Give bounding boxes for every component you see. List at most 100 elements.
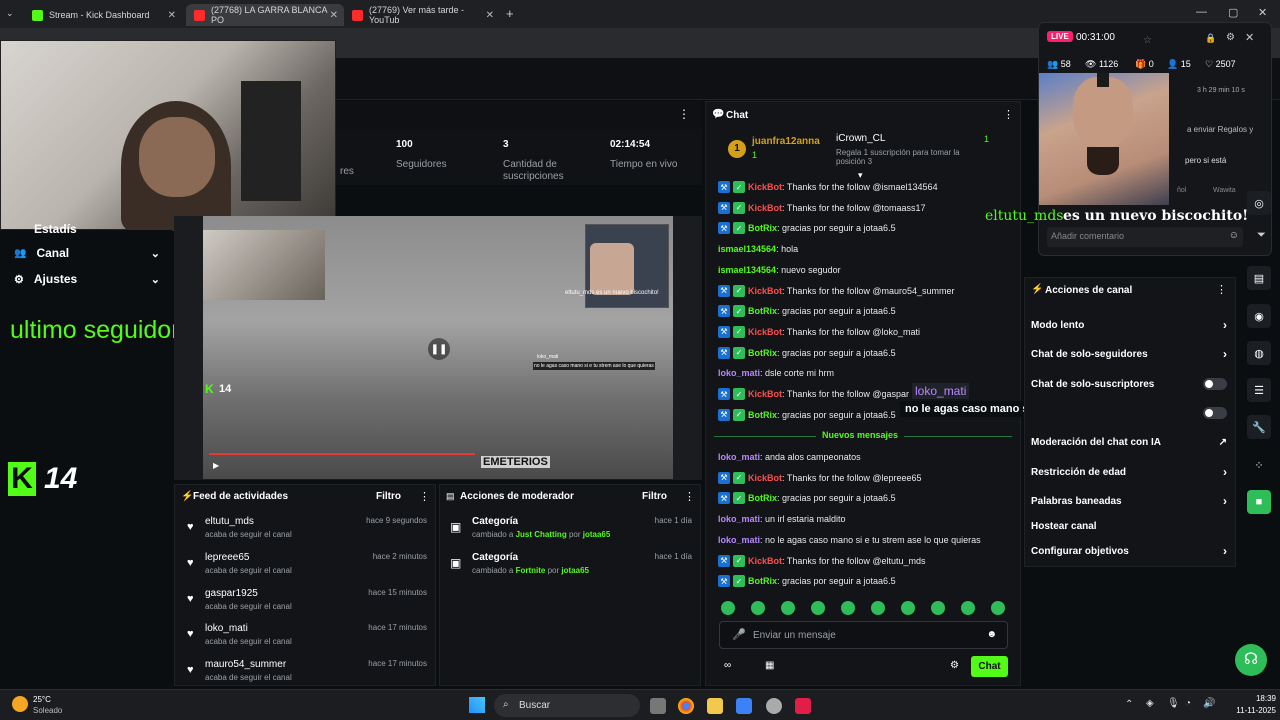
new-tab-plus-icon[interactable]: +	[506, 6, 514, 21]
tray-chevron-icon[interactable]: ⌃	[1125, 699, 1133, 710]
widget-comment-input[interactable]: Añadir comentario ☺	[1047, 227, 1243, 247]
sidebar-item-canal[interactable]: 👥 Canal ⌄	[14, 246, 160, 260]
chat-username[interactable]: KickBot	[748, 182, 782, 192]
close-tab-icon[interactable]: ✕	[486, 10, 494, 21]
chat-username[interactable]: BotRix	[748, 576, 777, 586]
emoji-icon[interactable]: ☺	[1229, 230, 1239, 241]
feed-username[interactable]: loko_mati	[205, 623, 248, 634]
channel-action-item[interactable]: Hostear canal	[1031, 516, 1227, 536]
tab-list-chevron-icon[interactable]: ⌄	[6, 8, 14, 19]
emote-icon[interactable]	[931, 601, 945, 615]
obs-icon[interactable]	[766, 698, 782, 714]
feed-username[interactable]: eltutu_mds	[205, 516, 254, 527]
video-progress-track[interactable]	[209, 453, 667, 455]
chat-settings-icon[interactable]: ⚙	[950, 660, 959, 671]
lock-icon[interactable]: 🔒	[1205, 33, 1216, 44]
clock[interactable]: 18:39 11-11-2025	[1230, 694, 1276, 715]
rail-camera-icon[interactable]: ◎	[1247, 191, 1271, 215]
points-icon[interactable]: ∞	[724, 660, 731, 671]
close-tab-icon[interactable]: ✕	[330, 10, 338, 21]
chat-message[interactable]: loko_mati: dsle corte mi hrm	[718, 364, 1018, 382]
close-window-icon[interactable]: ✕	[1258, 6, 1267, 19]
emote-icon[interactable]	[751, 601, 765, 615]
chat-message[interactable]: ⚒ ✓ KickBot: Thanks for the follow @eltutu…	[718, 552, 1018, 570]
more-options-icon[interactable]: ⋮	[1003, 108, 1014, 121]
emote-icon[interactable]	[811, 601, 825, 615]
feed-item[interactable]: ♥ loko_mati acaba de seguir el canal hace 1…	[183, 623, 433, 659]
mod-action-item[interactable]: ▣ Categoría cambiado a Just Chatting por j…	[446, 516, 696, 548]
rail-broadcast-icon[interactable]: ◍	[1247, 341, 1271, 365]
chat-username[interactable]: KickBot	[748, 389, 782, 399]
emote-icon[interactable]	[781, 601, 795, 615]
channel-action-item[interactable]: Chat de solo-seguidores ›	[1031, 344, 1227, 364]
chat-username[interactable]: BotRix	[748, 223, 777, 233]
support-headset-icon[interactable]: ☊	[1235, 644, 1267, 676]
chat-message[interactable]: ⚒ ✓ BotRix: gracias por seguir a jotaa6.5	[718, 344, 1018, 362]
chat-message[interactable]: ismael134564: hola	[718, 240, 1018, 258]
close-icon[interactable]: ✕	[1245, 31, 1254, 44]
chat-message[interactable]: ⚒ ✓ BotRix: gracias por seguir a jotaa6.5	[718, 572, 1018, 590]
windows-start-icon[interactable]	[469, 697, 485, 713]
toggle-switch[interactable]	[1203, 407, 1227, 419]
pause-icon[interactable]: ❚❚	[428, 338, 450, 360]
close-tab-icon[interactable]: ✕	[168, 10, 176, 21]
emote-icon[interactable]	[721, 601, 735, 615]
chat-username[interactable]: loko_mati	[718, 535, 760, 545]
chat-message[interactable]: loko_mati: anda alos campeonatos	[718, 448, 1018, 466]
file-explorer-icon[interactable]	[707, 698, 723, 714]
chat-username[interactable]: BotRix	[748, 306, 777, 316]
feed-username[interactable]: gaspar1925	[205, 588, 258, 599]
filter-icon[interactable]: ⏷	[1257, 229, 1266, 242]
rail-wrench-icon[interactable]: 🔧	[1247, 415, 1271, 439]
chat-message[interactable]: ⚒ ✓ KickBot: Thanks for the follow @tomaas…	[718, 199, 1018, 217]
rail-dots-icon[interactable]: ⁘	[1247, 453, 1271, 477]
volume-icon[interactable]: 🔊	[1203, 698, 1215, 709]
microphone-icon[interactable]: 🎤	[732, 628, 746, 641]
chat-username[interactable]: KickBot	[748, 327, 782, 337]
chat-message[interactable]: loko_mati: no le agas caso mano si e tu …	[718, 531, 1018, 549]
rail-layout-icon[interactable]: ☰	[1247, 378, 1271, 402]
tab-youtube-watch-later[interactable]: (27769) Ver más tarde - YouTub ✕	[344, 4, 500, 26]
play-icon[interactable]: ▶	[213, 461, 219, 470]
store-icon[interactable]	[736, 698, 752, 714]
stream-video[interactable]: eltutu_mds es un nuevo biscochito! loko_…	[203, 216, 673, 479]
chat-username[interactable]: ismael134564	[718, 265, 776, 275]
chat-username[interactable]: KickBot	[748, 286, 782, 296]
more-options-icon[interactable]: ⋮	[684, 490, 695, 503]
chat-message[interactable]: ⚒ ✓ KickBot: Thanks for the follow @loko_m…	[718, 323, 1018, 341]
more-options-icon[interactable]: ⋮	[678, 107, 690, 121]
tab-youtube-video[interactable]: (27768) LA GARRA BLANCA PO ✕	[186, 4, 344, 26]
emote-icon[interactable]	[841, 601, 855, 615]
channel-action-item[interactable]: Configurar objetivos ›	[1031, 541, 1227, 561]
minimize-icon[interactable]: —	[1196, 6, 1207, 18]
tray-mic-icon[interactable]: 🎙	[1167, 698, 1180, 709]
chat-message[interactable]: loko_mati: un irl estaria maldito	[718, 510, 1018, 528]
feed-item[interactable]: ♥ eltutu_mds acaba de seguir el canal hace …	[183, 516, 433, 552]
feed-item[interactable]: ♥ lepreee65 acaba de seguir el canal hace 2…	[183, 552, 433, 588]
feed-username[interactable]: lepreee65	[205, 552, 249, 563]
channel-action-item[interactable]: Palabras baneadas ›	[1031, 491, 1227, 511]
chat-input[interactable]: 🎤 Enviar un mensaje ☻	[719, 621, 1008, 649]
tray-app-icon[interactable]: ◈	[1146, 698, 1154, 709]
detail-user[interactable]: jotaa65	[561, 566, 589, 575]
rail-chat-icon[interactable]: ◉	[1247, 304, 1271, 328]
emote-icon[interactable]	[961, 601, 975, 615]
sidebar-item-ajustes[interactable]: ⚙ Ajustes ⌄	[14, 272, 160, 286]
leaderboard-user-1[interactable]: juanfra12anna	[752, 136, 820, 147]
chrome-icon[interactable]	[678, 698, 694, 714]
channel-action-item-emotes[interactable]	[1031, 403, 1227, 423]
store-icon[interactable]: ▦	[765, 660, 774, 671]
chat-username[interactable]: BotRix	[748, 493, 777, 503]
task-view-icon[interactable]	[650, 698, 666, 714]
tab-kick-dashboard[interactable]: Stream - Kick Dashboard ✕	[24, 4, 182, 26]
tiktok-icon[interactable]	[795, 698, 811, 714]
toggle-switch[interactable]	[1203, 378, 1227, 390]
chat-username[interactable]: KickBot	[748, 473, 782, 483]
channel-action-item[interactable]: Chat de solo-suscriptores	[1031, 374, 1227, 394]
emote-icon[interactable]	[871, 601, 885, 615]
channel-action-item[interactable]: Moderación del chat con IA ↗	[1031, 432, 1227, 452]
settings-icon[interactable]: ⚙	[1226, 32, 1235, 43]
chat-username[interactable]: BotRix	[748, 348, 777, 358]
chat-message[interactable]: ⚒ ✓ BotRix: gracias por seguir a jotaa6.5	[718, 489, 1018, 507]
emoji-icon[interactable]: ☻	[986, 629, 997, 640]
